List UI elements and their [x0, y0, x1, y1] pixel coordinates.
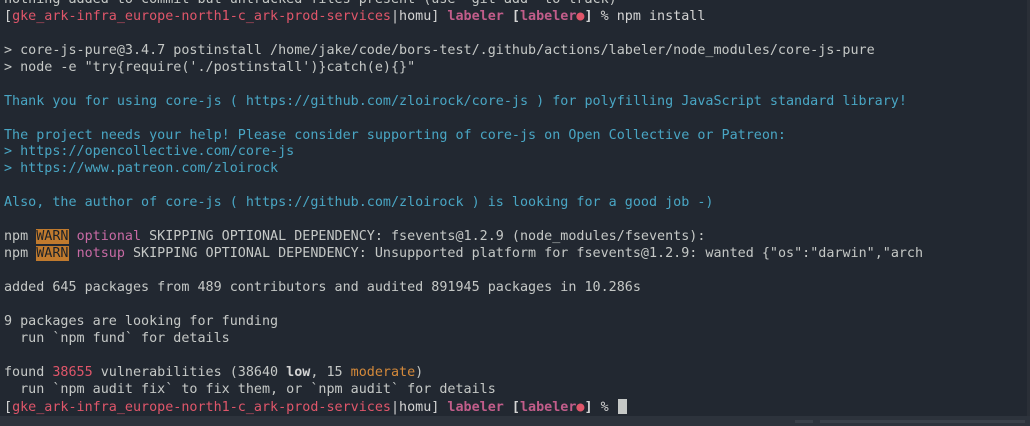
npm-label: npm [4, 229, 37, 245]
output-line: 9 packages are looking for funding [4, 313, 279, 329]
warn-badge: WARN [36, 229, 69, 245]
prompt-bracket: [ [503, 8, 520, 24]
found-label: found [4, 364, 53, 380]
output-line: Thank you for using core-js ( https://gi… [4, 93, 907, 109]
warn-line: npm WARN notsup SKIPPING OPTIONAL DEPEND… [4, 246, 1030, 263]
vuln-text: vulnerabilities (38640 [92, 364, 287, 380]
prompt-dir: labeler [447, 399, 504, 415]
prompt-bracket: [ [4, 399, 13, 415]
output-line: > https://www.patreon.com/zloirock [4, 161, 279, 177]
prompt-symbol: % [600, 8, 609, 24]
output-line: > core-js-pure@3.4.7 postinstall /home/j… [4, 42, 875, 58]
prompt-bracket: [ [503, 399, 520, 415]
status-segment [820, 420, 1025, 423]
prompt-branch: labeler [519, 399, 577, 415]
low-severity: low [286, 364, 311, 380]
warn-line: npm WARN optional SKIPPING OPTIONAL DEPE… [4, 229, 1030, 246]
output-line: The project needs your help! Please cons… [4, 127, 786, 143]
warn-message: SKIPPING OPTIONAL DEPENDENCY: Unsupporte… [124, 246, 924, 262]
vuln-text: ) [415, 364, 424, 380]
output-line: nothing added to commit but untracked fi… [4, 0, 1030, 9]
command-text: npm install [616, 8, 706, 24]
prompt-user: homu [399, 399, 432, 415]
prompt-bracket: ] [584, 399, 601, 415]
prompt-branch: labeler [519, 8, 577, 24]
prompt-symbol: % [600, 399, 609, 415]
prompt-line: [gke_ark-infra_europe-north1-c_ark-prod-… [4, 398, 1030, 416]
vuln-count: 38655 [52, 364, 93, 380]
prompt-user: homu [399, 8, 432, 24]
terminal-output: nothing added to commit but untracked fi… [4, 0, 1030, 415]
terminal-window[interactable]: nothing added to commit but untracked fi… [0, 0, 1030, 426]
output-line: run `npm fund` for details [4, 330, 230, 346]
output-line: > https://opencollective.com/core-js [4, 144, 295, 160]
moderate-severity: moderate [350, 364, 416, 380]
vuln-text: , 15 [310, 364, 351, 380]
output-line: added 645 packages from 489 contributors… [4, 279, 641, 295]
prompt-context: gke_ark-infra_europe-north1-c_ark-prod-s… [12, 399, 391, 415]
warn-tag: optional [76, 229, 142, 245]
output-line: Also, the author of core-js ( https://gi… [4, 195, 714, 211]
prompt-separator: | [390, 8, 400, 24]
status-segment [795, 420, 813, 423]
warn-message: SKIPPING OPTIONAL DEPENDENCY: fsevents@1… [141, 229, 706, 245]
prompt-line: [gke_ark-infra_europe-north1-c_ark-prod-… [4, 9, 1030, 26]
vulnerability-line: found 38655 vulnerabilities (38640 low, … [4, 365, 1030, 382]
prompt-bracket: ] [431, 8, 448, 24]
block-cursor-icon[interactable] [617, 398, 627, 414]
prompt-bracket: ] [431, 399, 448, 415]
warn-badge: WARN [36, 246, 69, 262]
status-bar [0, 416, 1030, 426]
output-line: > node -e "try{require('./postinstall')}… [4, 59, 416, 75]
warn-tag: notsup [76, 246, 125, 262]
prompt-context: gke_ark-infra_europe-north1-c_ark-prod-s… [12, 8, 391, 24]
prompt-separator: | [390, 399, 400, 415]
npm-label: npm [4, 246, 37, 262]
prompt-bracket: ] [584, 8, 601, 24]
prompt-dir: labeler [447, 8, 504, 24]
output-line: run `npm audit fix` to fix them, or `npm… [4, 381, 496, 397]
prompt-bracket: [ [4, 8, 13, 24]
